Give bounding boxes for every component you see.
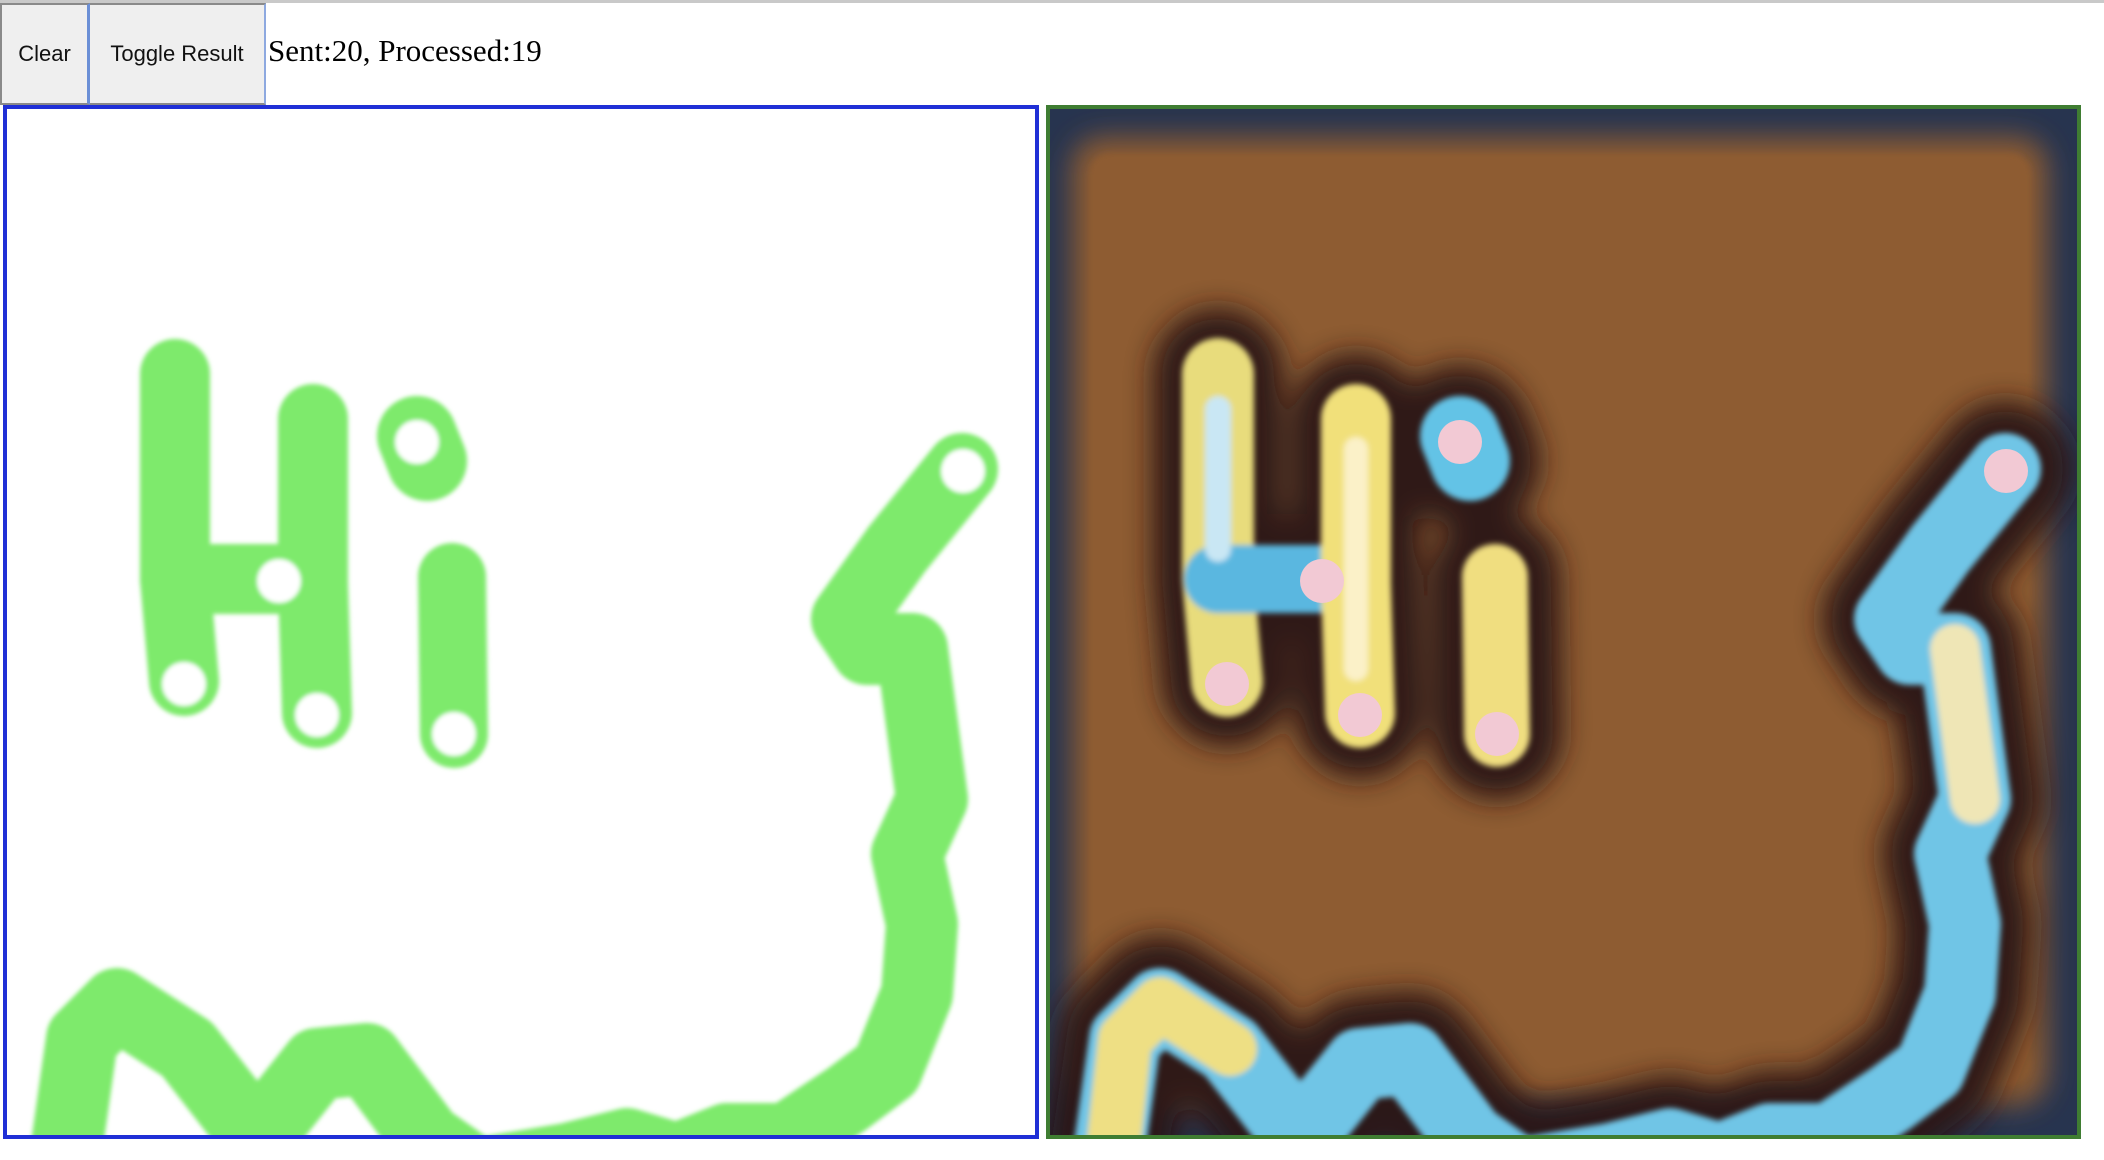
result-image [1046, 105, 2081, 1139]
status-text: Sent:20, Processed:19 [268, 33, 542, 68]
stroke-i-stem [418, 543, 488, 768]
result-artwork [1050, 109, 2077, 1135]
clear-button[interactable]: Clear [0, 3, 90, 105]
stroke-ring [257, 559, 301, 603]
drawing-strokes [32, 339, 998, 1135]
stroke-ring [432, 712, 476, 756]
stroke-h-right [278, 384, 352, 748]
toggle-result-button[interactable]: Toggle Result [90, 3, 266, 105]
stroke-h-left [140, 339, 219, 716]
stroke-ring [295, 693, 339, 737]
stroke-ring [941, 449, 985, 493]
stroke-ring [395, 420, 439, 464]
stroke-ring [162, 662, 206, 706]
drawing-canvas[interactable] [3, 105, 1039, 1139]
toolbar: Clear Toggle Result Sent:20, Processed:1… [0, 3, 542, 105]
